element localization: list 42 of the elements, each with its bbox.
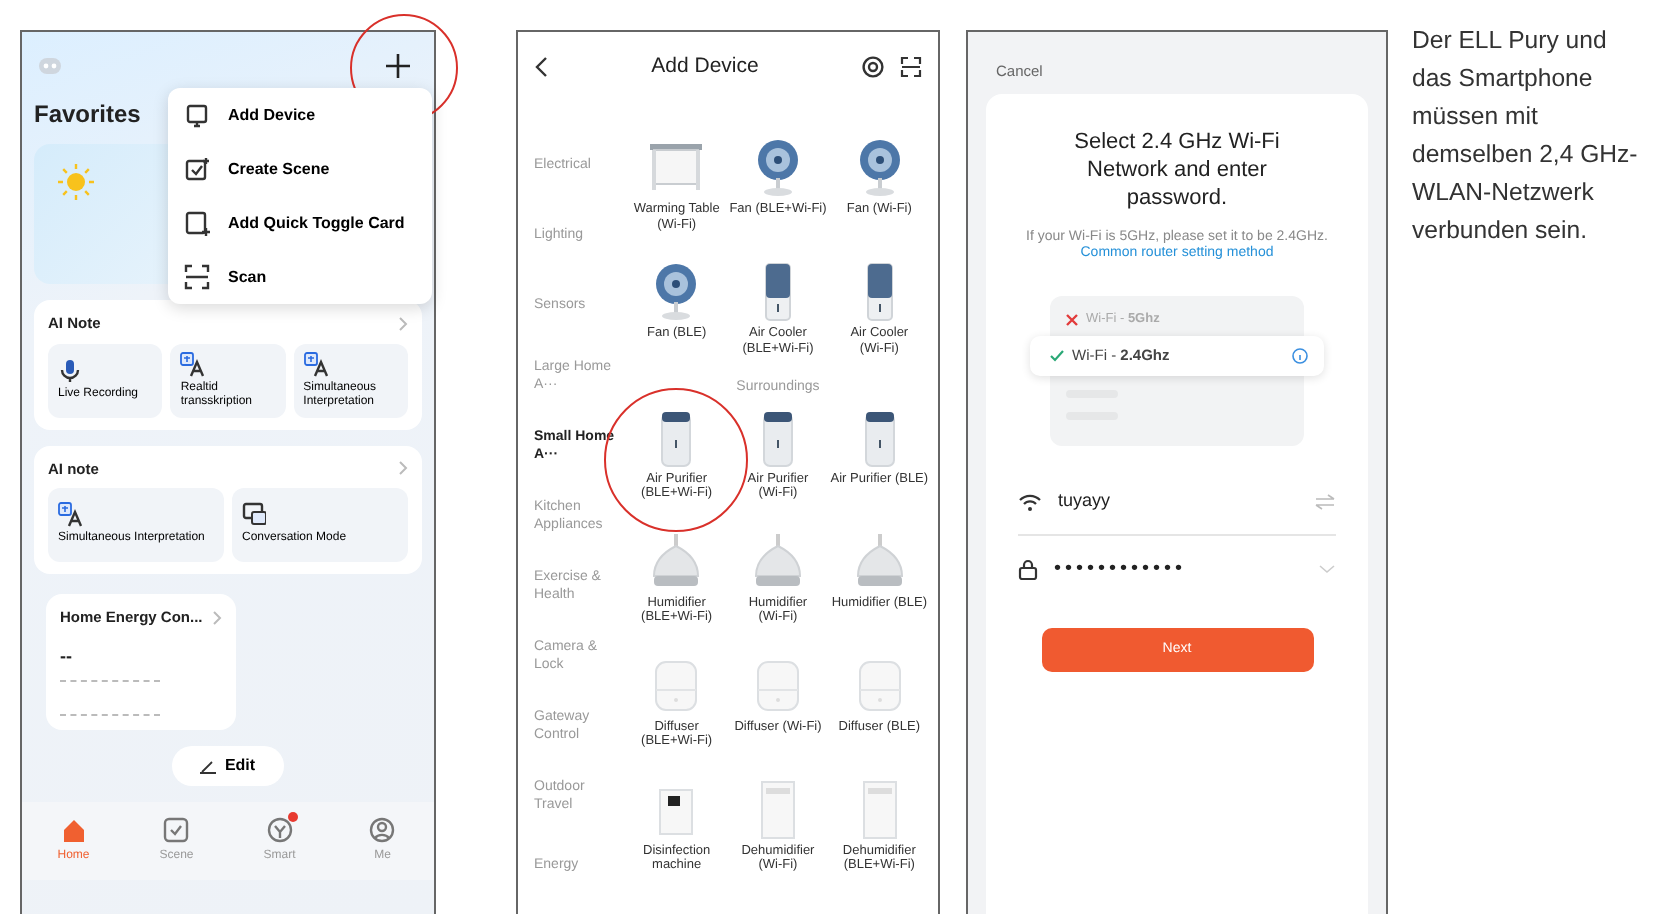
home-icon <box>59 815 88 844</box>
section-title: Favorites <box>32 100 143 129</box>
scan-icon <box>184 264 210 290</box>
scan-icon[interactable] <box>899 55 922 77</box>
profile-icon <box>368 815 397 844</box>
cross-icon <box>1066 314 1078 326</box>
ssid-field[interactable]: tuyayy <box>1058 488 1298 516</box>
menu-item[interactable]: Add Quick Toggle Card <box>168 196 432 250</box>
translate-icon <box>58 502 82 529</box>
chevron-right-icon <box>212 609 222 626</box>
pencil-icon <box>200 757 217 774</box>
sun-icon <box>58 164 94 201</box>
scene-icon <box>162 815 191 844</box>
scene-icon <box>184 156 210 182</box>
dialog-heading: Select 2.4 GHz Wi-Fi Network and enter password. <box>1072 130 1282 213</box>
lock-icon <box>1018 557 1038 579</box>
microphone-icon <box>58 358 82 385</box>
translate-icon <box>180 351 205 378</box>
screen-title: Add Device <box>651 53 759 79</box>
plus-icon <box>386 54 410 78</box>
caption-text: Der ELL Pury und das Smartphone müssen mit demselben 2,4 GHz-WLAN-Netzwerk verbunden sein. <box>1412 24 1640 249</box>
chevron-right-icon <box>398 316 408 333</box>
swap-icon <box>1314 494 1336 510</box>
chat-icon <box>242 502 266 529</box>
smart-icon <box>265 815 294 844</box>
card-icon <box>184 210 210 236</box>
radar-icon[interactable] <box>861 55 884 77</box>
menu-item[interactable]: Add Device <box>168 88 432 142</box>
translate-icon <box>303 351 328 378</box>
menu-item[interactable]: Create Scene <box>168 142 432 196</box>
chevron-right-icon <box>398 460 408 477</box>
device-icon <box>184 102 210 128</box>
back-icon[interactable] <box>534 55 548 77</box>
check-icon <box>1050 350 1064 362</box>
edit-button[interactable]: Edit <box>172 745 284 786</box>
info-icon <box>1292 348 1308 364</box>
wifi-icon <box>1018 492 1042 512</box>
robot-icon <box>38 56 62 76</box>
menu-item[interactable]: Scan <box>168 250 432 304</box>
password-field[interactable]: •••••••••••• <box>1054 553 1302 583</box>
energy-value: -- <box>60 644 74 671</box>
chevron-down-icon <box>1318 563 1336 573</box>
